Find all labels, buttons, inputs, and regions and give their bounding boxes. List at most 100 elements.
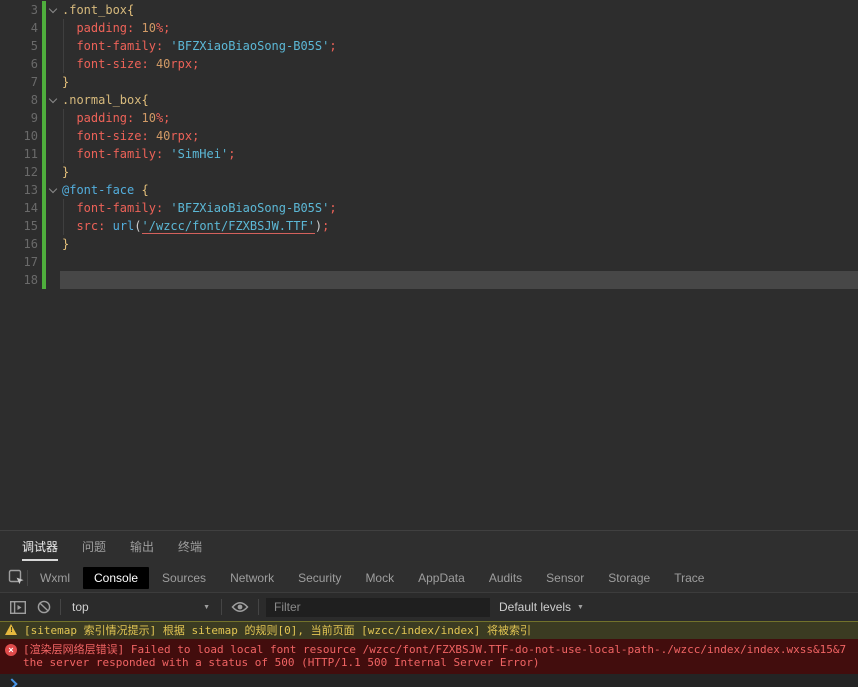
line-number[interactable]: 15 bbox=[0, 217, 38, 235]
panel-primary-tabs: 调试器 问题 输出 终端 bbox=[0, 531, 858, 563]
code-token: 40 bbox=[155, 129, 171, 143]
code-text: @font-face { bbox=[60, 181, 149, 199]
code-token: %; bbox=[155, 111, 171, 125]
indent-guide bbox=[63, 127, 64, 145]
code-token: : bbox=[141, 57, 149, 71]
devtools-tab-network[interactable]: Network bbox=[219, 567, 285, 589]
code-token: url bbox=[112, 219, 135, 233]
line-number[interactable]: 6 bbox=[0, 55, 38, 73]
line-number[interactable]: 13 bbox=[0, 181, 38, 199]
chevron-down-icon: ▼ bbox=[203, 603, 210, 611]
code-token: .font_box bbox=[62, 3, 128, 17]
devtools-tab-sensor[interactable]: Sensor bbox=[535, 567, 595, 589]
line-number[interactable]: 17 bbox=[0, 253, 38, 271]
code-token: : bbox=[141, 129, 149, 143]
code-line[interactable]: 12} bbox=[0, 163, 858, 181]
code-token: ; bbox=[329, 201, 337, 215]
inspect-element-icon bbox=[8, 569, 24, 585]
code-token: } bbox=[62, 237, 70, 251]
code-line[interactable]: 11 font-family: 'SimHei'; bbox=[0, 145, 858, 163]
devtools-tab-audits[interactable]: Audits bbox=[478, 567, 533, 589]
debugger-panel: 调试器 问题 输出 终端 Wxml Console Sources Network Secur… bbox=[0, 530, 858, 687]
code-token: 'BFZXiaoBiaoSong-B05S' bbox=[170, 201, 330, 215]
inspect-element-button[interactable] bbox=[6, 567, 27, 588]
code-line[interactable]: 17 bbox=[0, 253, 858, 271]
fold-gutter bbox=[46, 37, 60, 55]
code-line[interactable]: 9 padding: 10%; bbox=[0, 109, 858, 127]
chevron-down-icon: ▼ bbox=[577, 603, 584, 611]
devtools-tab-appdata[interactable]: AppData bbox=[407, 567, 476, 589]
warning-text: [sitemap 索引情况提示] 根据 sitemap 的规则[0], 当前页面… bbox=[24, 624, 532, 637]
code-line[interactable]: 3 .font_box{ bbox=[0, 1, 858, 19]
devtools-tab-console[interactable]: Console bbox=[83, 566, 150, 589]
code-text: font-size: 40rpx; bbox=[60, 55, 199, 73]
live-expression-button[interactable] bbox=[229, 599, 251, 615]
code-token: font-family bbox=[76, 201, 156, 215]
indent-guide bbox=[63, 217, 64, 235]
code-line[interactable]: 6 font-size: 40rpx; bbox=[0, 55, 858, 73]
panel-tab-output[interactable]: 输出 bbox=[130, 530, 154, 565]
line-number[interactable]: 12 bbox=[0, 163, 38, 181]
line-number[interactable]: 18 bbox=[0, 271, 38, 289]
devtools-tab-sources[interactable]: Sources bbox=[151, 567, 217, 589]
line-number[interactable]: 14 bbox=[0, 199, 38, 217]
devtools-tab-mock[interactable]: Mock bbox=[354, 567, 405, 589]
filter-input[interactable] bbox=[266, 597, 490, 617]
code-line[interactable]: 18 bbox=[0, 271, 858, 289]
code-token: src bbox=[76, 219, 99, 233]
indent-guide bbox=[63, 199, 64, 217]
fold-gutter bbox=[46, 163, 60, 181]
code-line[interactable]: 14 font-family: 'BFZXiaoBiaoSong-B05S'; bbox=[0, 199, 858, 217]
code-line[interactable]: 8 .normal_box{ bbox=[0, 91, 858, 109]
code-line[interactable]: 16} bbox=[0, 235, 858, 253]
code-line[interactable]: 4 padding: 10%; bbox=[0, 19, 858, 37]
devtools-tab-security[interactable]: Security bbox=[287, 567, 352, 589]
code-text: padding: 10%; bbox=[60, 19, 170, 37]
line-number[interactable]: 7 bbox=[0, 73, 38, 91]
line-number[interactable]: 4 bbox=[0, 19, 38, 37]
devtools-tab-trace[interactable]: Trace bbox=[663, 567, 715, 589]
line-number[interactable]: 11 bbox=[0, 145, 38, 163]
devtools-tab-wxml[interactable]: Wxml bbox=[29, 567, 81, 589]
panel-tab-debugger[interactable]: 调试器 bbox=[22, 530, 59, 565]
panel-tab-problems[interactable]: 问题 bbox=[82, 530, 106, 565]
error-text-line1: [渲染层网络层错误] Failed to load local font res… bbox=[23, 643, 847, 656]
context-selector-dropdown[interactable]: top ▼ bbox=[68, 598, 214, 616]
line-number[interactable]: 8 bbox=[0, 91, 38, 109]
console-sidebar-toggle-icon bbox=[10, 600, 26, 614]
line-number[interactable]: 9 bbox=[0, 109, 38, 127]
indent-guide bbox=[63, 37, 64, 55]
fold-chevron-icon[interactable] bbox=[46, 91, 60, 109]
code-editor[interactable]: 3 .font_box{4 padding: 10%; 5 font-family:… bbox=[0, 0, 858, 530]
code-text: font-family: 'SimHei'; bbox=[60, 145, 235, 163]
console-output: ! [sitemap 索引情况提示] 根据 sitemap 的规则[0], 当前… bbox=[0, 621, 858, 687]
divider bbox=[258, 599, 259, 615]
devtools-tab-storage[interactable]: Storage bbox=[597, 567, 661, 589]
code-line[interactable]: 10 font-size: 40rpx; bbox=[0, 127, 858, 145]
code-text: src: url('/wzcc/font/FZXBSJW.TTF'); bbox=[60, 217, 329, 235]
panel-tab-terminal[interactable]: 终端 bbox=[178, 530, 202, 565]
console-sidebar-toggle-button[interactable] bbox=[8, 599, 28, 616]
clear-console-button[interactable] bbox=[35, 598, 53, 616]
console-input[interactable] bbox=[0, 674, 858, 687]
line-number[interactable]: 10 bbox=[0, 127, 38, 145]
code-line[interactable]: 15 src: url('/wzcc/font/FZXBSJW.TTF'); bbox=[0, 217, 858, 235]
code-token: { bbox=[141, 183, 149, 197]
fold-chevron-icon[interactable] bbox=[46, 181, 60, 199]
line-number[interactable]: 5 bbox=[0, 37, 38, 55]
code-line[interactable]: 5 font-family: 'BFZXiaoBiaoSong-B05S'; bbox=[0, 37, 858, 55]
wechat-devtools-window: 3 .font_box{4 padding: 10%; 5 font-family:… bbox=[0, 0, 858, 687]
console-toolbar: top ▼ Default levels ▼ bbox=[0, 593, 858, 621]
code-line[interactable]: 13 @font-face { bbox=[0, 181, 858, 199]
code-line[interactable]: 7} bbox=[0, 73, 858, 91]
log-level-dropdown[interactable]: Default levels ▼ bbox=[497, 600, 584, 614]
line-number[interactable]: 3 bbox=[0, 1, 38, 19]
fold-chevron-icon[interactable] bbox=[46, 1, 60, 19]
code-token: 10 bbox=[141, 111, 156, 125]
line-number[interactable]: 16 bbox=[0, 235, 38, 253]
console-warning-message: ! [sitemap 索引情况提示] 根据 sitemap 的规则[0], 当前… bbox=[0, 621, 858, 639]
